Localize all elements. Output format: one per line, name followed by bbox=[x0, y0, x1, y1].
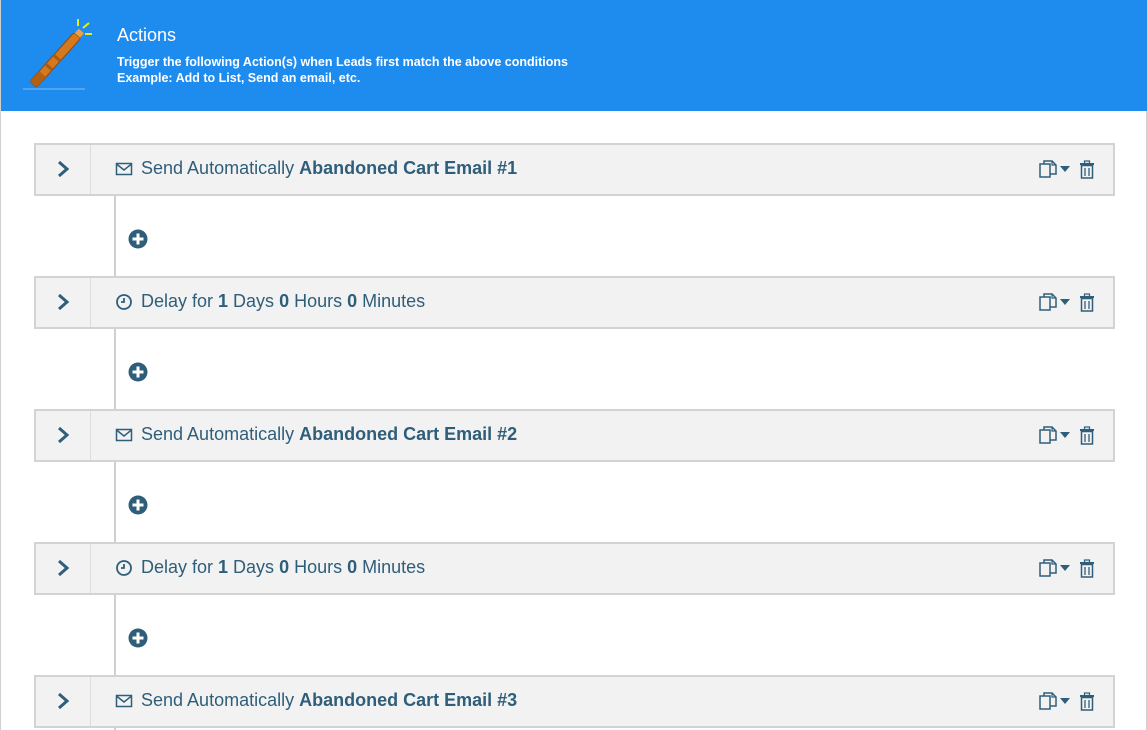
envelope-icon bbox=[115, 428, 133, 441]
delay-hours-value: 0 bbox=[279, 557, 290, 577]
delay-days-value: 1 bbox=[218, 557, 229, 577]
copy-icon[interactable] bbox=[1038, 691, 1058, 711]
action-prefix: Send Automatically bbox=[141, 158, 295, 178]
email-name[interactable]: Abandoned Cart Email #3 bbox=[299, 690, 517, 711]
add-action-button[interactable] bbox=[128, 628, 148, 648]
trash-icon[interactable] bbox=[1079, 691, 1095, 711]
delay-hours-label: Hours bbox=[294, 291, 343, 311]
row-tools bbox=[1038, 558, 1095, 578]
header-title: Actions bbox=[117, 25, 177, 45]
email-name[interactable]: Abandoned Cart Email #1 bbox=[299, 158, 517, 179]
actions-panel: Actions Trigger the following Action(s) … bbox=[0, 0, 1147, 730]
action-prefix: Delay for bbox=[141, 291, 214, 311]
add-action-button[interactable] bbox=[128, 229, 148, 249]
envelope-icon bbox=[115, 694, 133, 707]
delay-hours-value: 0 bbox=[279, 291, 290, 311]
chevron-right-icon bbox=[58, 160, 70, 178]
row-tools bbox=[1038, 159, 1095, 179]
action-row[interactable]: Delay for 1 Days 0 Hours 0 Minutes bbox=[34, 276, 1115, 329]
caret-down-icon[interactable] bbox=[1059, 696, 1071, 706]
expand-toggle[interactable] bbox=[36, 411, 91, 460]
delay-minutes-value: 0 bbox=[347, 291, 358, 311]
header-description: Trigger the following Action(s) when Lea… bbox=[117, 55, 568, 69]
row-tools bbox=[1038, 292, 1095, 312]
chevron-right-icon bbox=[58, 692, 70, 710]
action-prefix: Send Automatically bbox=[141, 690, 295, 710]
clock-icon bbox=[116, 293, 132, 310]
delay-days-label: Days bbox=[233, 557, 275, 577]
magic-wand-icon bbox=[23, 19, 92, 90]
delay-days-value: 1 bbox=[218, 291, 229, 311]
trash-icon[interactable] bbox=[1079, 425, 1095, 445]
delay-minutes-label: Minutes bbox=[362, 291, 426, 311]
caret-down-icon[interactable] bbox=[1059, 430, 1071, 440]
delay-minutes-label: Minutes bbox=[362, 557, 426, 577]
header-example: Example: Add to List, Send an email, etc… bbox=[117, 71, 361, 85]
chevron-right-icon bbox=[58, 293, 70, 311]
action-prefix: Delay for bbox=[141, 557, 214, 577]
action-prefix: Send Automatically bbox=[141, 424, 295, 444]
caret-down-icon[interactable] bbox=[1059, 563, 1071, 573]
delay-days-label: Days bbox=[233, 291, 275, 311]
trash-icon[interactable] bbox=[1079, 558, 1095, 578]
row-tools bbox=[1038, 425, 1095, 445]
action-label: Send Automatically Abandoned Cart Email #… bbox=[115, 158, 517, 179]
action-label: Delay for 1 Days 0 Hours 0 Minutes bbox=[115, 291, 425, 312]
add-action-button[interactable] bbox=[128, 495, 148, 515]
expand-toggle[interactable] bbox=[36, 145, 91, 194]
envelope-icon bbox=[115, 162, 133, 175]
action-label: Delay for 1 Days 0 Hours 0 Minutes bbox=[115, 557, 425, 578]
action-row[interactable]: Send Automatically Abandoned Cart Email #… bbox=[34, 675, 1115, 728]
caret-down-icon[interactable] bbox=[1059, 297, 1071, 307]
action-row[interactable]: Send Automatically Abandoned Cart Email #… bbox=[34, 143, 1115, 196]
expand-toggle[interactable] bbox=[36, 677, 91, 726]
actions-header: Actions Trigger the following Action(s) … bbox=[1, 0, 1147, 111]
trash-icon[interactable] bbox=[1079, 292, 1095, 312]
expand-toggle[interactable] bbox=[36, 278, 91, 327]
caret-down-icon[interactable] bbox=[1059, 164, 1071, 174]
clock-icon bbox=[116, 559, 132, 576]
copy-icon[interactable] bbox=[1038, 292, 1058, 312]
trash-icon[interactable] bbox=[1079, 159, 1095, 179]
chevron-right-icon bbox=[58, 426, 70, 444]
copy-icon[interactable] bbox=[1038, 159, 1058, 179]
expand-toggle[interactable] bbox=[36, 544, 91, 593]
delay-hours-label: Hours bbox=[294, 557, 343, 577]
email-name[interactable]: Abandoned Cart Email #2 bbox=[299, 424, 517, 445]
add-action-button[interactable] bbox=[128, 362, 148, 382]
delay-minutes-value: 0 bbox=[347, 557, 358, 577]
action-row[interactable]: Send Automatically Abandoned Cart Email #… bbox=[34, 409, 1115, 462]
copy-icon[interactable] bbox=[1038, 425, 1058, 445]
action-label: Send Automatically Abandoned Cart Email #… bbox=[115, 690, 517, 711]
copy-icon[interactable] bbox=[1038, 558, 1058, 578]
action-row[interactable]: Delay for 1 Days 0 Hours 0 Minutes bbox=[34, 542, 1115, 595]
action-label: Send Automatically Abandoned Cart Email #… bbox=[115, 424, 517, 445]
row-tools bbox=[1038, 691, 1095, 711]
chevron-right-icon bbox=[58, 559, 70, 577]
